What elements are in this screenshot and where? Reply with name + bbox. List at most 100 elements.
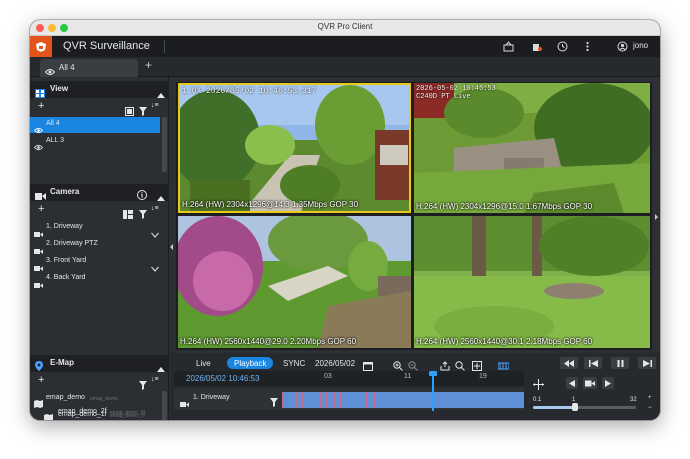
sidebar-item-label: ALL 3 bbox=[46, 137, 65, 144]
filter-icon[interactable] bbox=[270, 394, 278, 412]
speed-decrease-button[interactable]: − bbox=[648, 405, 652, 411]
tab-all-4[interactable]: All 4 bbox=[40, 59, 138, 77]
playback-button[interactable]: Playback bbox=[227, 357, 273, 369]
current-time: 2026/05/02 10:46:53 bbox=[186, 374, 260, 383]
live-button[interactable]: Live bbox=[196, 359, 211, 368]
sidebar-item-view-all-4[interactable]: All 4 bbox=[30, 117, 160, 134]
sidebar-item-label: 2. Driveway PTZ bbox=[46, 240, 98, 247]
map-icon bbox=[44, 409, 53, 420]
camera-section-header[interactable]: Camera bbox=[30, 184, 169, 201]
add-view-icon[interactable]: + bbox=[38, 100, 44, 112]
next-button[interactable] bbox=[638, 357, 656, 369]
camera-switch-icon[interactable] bbox=[583, 377, 597, 389]
speed-slider[interactable] bbox=[533, 403, 636, 411]
playhead[interactable] bbox=[432, 371, 434, 411]
camera-stream-info: H.264 (HW) 2560x1440@30.1 2.18Mbps GOP 6… bbox=[416, 337, 593, 346]
camera-tile-back-yard[interactable]: H.264 (HW) 2560x1440@30.1 2.18Mbps GOP 6… bbox=[414, 216, 650, 348]
timeline-row-label: 1. Driveway bbox=[193, 394, 230, 401]
clock-icon[interactable] bbox=[556, 40, 568, 52]
sidebar-item-camera-1[interactable]: 1. Driveway bbox=[30, 220, 160, 238]
emap-scrollbar[interactable] bbox=[162, 391, 167, 420]
emap-section-header[interactable]: E-Map bbox=[30, 355, 169, 372]
eye-icon bbox=[33, 138, 44, 156]
speed-increase-button[interactable]: + bbox=[648, 395, 652, 401]
speed-min-label: 0.1 bbox=[533, 397, 542, 403]
speed-slider-fill bbox=[533, 406, 575, 409]
app-window: QVR Pro Client QVR Surveillance jono All… bbox=[30, 20, 660, 420]
camera-timestamp: 2026-05-02 10:46:53 C240D PT Live bbox=[416, 85, 496, 101]
playback-panel: Live Playback SYNC 2026/05/02 2026/05/02… bbox=[170, 353, 660, 420]
app-header: QVR Surveillance jono bbox=[30, 36, 660, 57]
sidebar-item-label: 1. Driveway bbox=[46, 223, 83, 230]
tab-label: All 4 bbox=[59, 63, 75, 72]
sidebar-collapse-handle[interactable] bbox=[169, 240, 174, 252]
camera-stream-info: H.264 (HW) 2560x1440@29.0 2.20Mbps GOP 6… bbox=[180, 337, 357, 346]
fast-rewind-button[interactable] bbox=[560, 357, 578, 369]
step-forward-button[interactable] bbox=[602, 377, 614, 389]
sidebar-item-emap-demo-2f[interactable]: emap_demo_2f emap_demo_2f bbox=[30, 405, 160, 420]
camera-tile-driveway[interactable]: 1.0X 2026/05/02 10:46:53.317 H.264 (HW) … bbox=[178, 83, 411, 213]
playhead-handle[interactable] bbox=[429, 371, 437, 376]
sort-icon[interactable]: ↓≡ bbox=[151, 102, 159, 109]
step-back-button[interactable] bbox=[566, 377, 578, 389]
user-name[interactable]: jono bbox=[633, 41, 648, 50]
sidebar-item-camera-2[interactable]: 2. Driveway PTZ bbox=[30, 237, 160, 254]
view-section-title: View bbox=[50, 84, 69, 93]
view-section-header[interactable]: View bbox=[30, 81, 169, 98]
timeline-row-driveway: 1. Driveway bbox=[174, 388, 524, 410]
previous-button[interactable] bbox=[584, 357, 602, 369]
camera-stream-info: H.264 (HW) 2304x1296@15.0 1.67Mbps GOP 3… bbox=[416, 202, 593, 211]
sidebar-item-label: emap_demo_2f bbox=[58, 408, 107, 415]
view-scrollbar[interactable] bbox=[162, 117, 167, 172]
sidebar-item-sublabel: emap_demo bbox=[90, 396, 118, 402]
camera-timestamp: 1.0X 2026/05/02 10:46:53.317 bbox=[182, 87, 317, 96]
window-titlebar: QVR Pro Client bbox=[30, 20, 660, 36]
app-title: QVR Surveillance bbox=[63, 40, 150, 52]
qvr-logo bbox=[30, 36, 52, 57]
event-notification-icon[interactable] bbox=[502, 40, 514, 52]
speed-slider-thumb[interactable] bbox=[572, 403, 578, 411]
sidebar-item-label: 3. Front Yard bbox=[46, 257, 87, 264]
sidebar-item-label: All 4 bbox=[46, 120, 60, 127]
timeline-tick: 11 bbox=[404, 373, 412, 380]
sidebar-item-sublabel: emap_demo_2f bbox=[110, 410, 145, 416]
camera-toolbar: + ↓≡ bbox=[30, 203, 169, 219]
sort-icon[interactable]: ↓≡ bbox=[151, 205, 159, 212]
sidebar-item-camera-4[interactable]: 4. Back Yard bbox=[30, 271, 160, 288]
sidebar: View + ↓≡ All 4 ALL 3 Camera + ↓≡ 1. Dri… bbox=[30, 77, 169, 420]
timeline-tick: 03 bbox=[324, 373, 332, 380]
view-tabbar: All 4 + bbox=[30, 57, 660, 77]
right-panel-handle[interactable] bbox=[654, 210, 659, 222]
user-avatar-icon[interactable] bbox=[616, 40, 628, 52]
camera-feed-driveway bbox=[180, 85, 409, 211]
camera-tile-driveway-ptz[interactable]: 2026-05-02 10:46:53 C240D PT Live H.264 … bbox=[414, 83, 650, 213]
add-tab-button[interactable]: + bbox=[145, 58, 152, 72]
camera-feed-front-yard bbox=[178, 216, 411, 348]
playback-label: Playback bbox=[234, 359, 267, 368]
emap-section-title: E-Map bbox=[50, 358, 74, 367]
alarm-icon[interactable] bbox=[530, 40, 542, 52]
camera-section-title: Camera bbox=[50, 187, 80, 196]
sidebar-item-view-all-3[interactable]: ALL 3 bbox=[30, 134, 160, 151]
view-toolbar: + ↓≡ bbox=[30, 100, 169, 116]
camera-feed-driveway-ptz bbox=[414, 83, 650, 213]
recording-bar[interactable] bbox=[282, 392, 524, 408]
camera-grid: 1.0X 2026/05/02 10:46:53.317 H.264 (HW) … bbox=[176, 82, 652, 350]
add-emap-icon[interactable]: + bbox=[38, 374, 44, 386]
camera-icon bbox=[34, 276, 43, 294]
camera-stream-info: H.264 (HW) 2304x1296@14.3 1.35Mbps GOP 3… bbox=[182, 200, 359, 209]
more-menu-icon[interactable] bbox=[581, 40, 593, 52]
sidebar-item-camera-3[interactable]: 3. Front Yard bbox=[30, 254, 160, 272]
pause-button[interactable] bbox=[611, 357, 629, 369]
timeline-tick: 19 bbox=[479, 373, 487, 380]
sort-icon[interactable]: ↓≡ bbox=[151, 376, 159, 383]
camera-feed-back-yard bbox=[414, 216, 650, 348]
camera-tile-front-yard[interactable]: H.264 (HW) 2560x1440@29.0 2.20Mbps GOP 6… bbox=[178, 216, 411, 348]
speed-max-label: 32 bbox=[630, 397, 637, 403]
playback-date[interactable]: 2026/05/02 bbox=[315, 359, 355, 368]
sync-button[interactable]: SYNC bbox=[283, 359, 305, 368]
move-icon[interactable] bbox=[533, 377, 544, 395]
event-markers bbox=[282, 392, 394, 408]
add-camera-icon[interactable]: + bbox=[38, 203, 44, 215]
header-divider bbox=[164, 40, 165, 53]
